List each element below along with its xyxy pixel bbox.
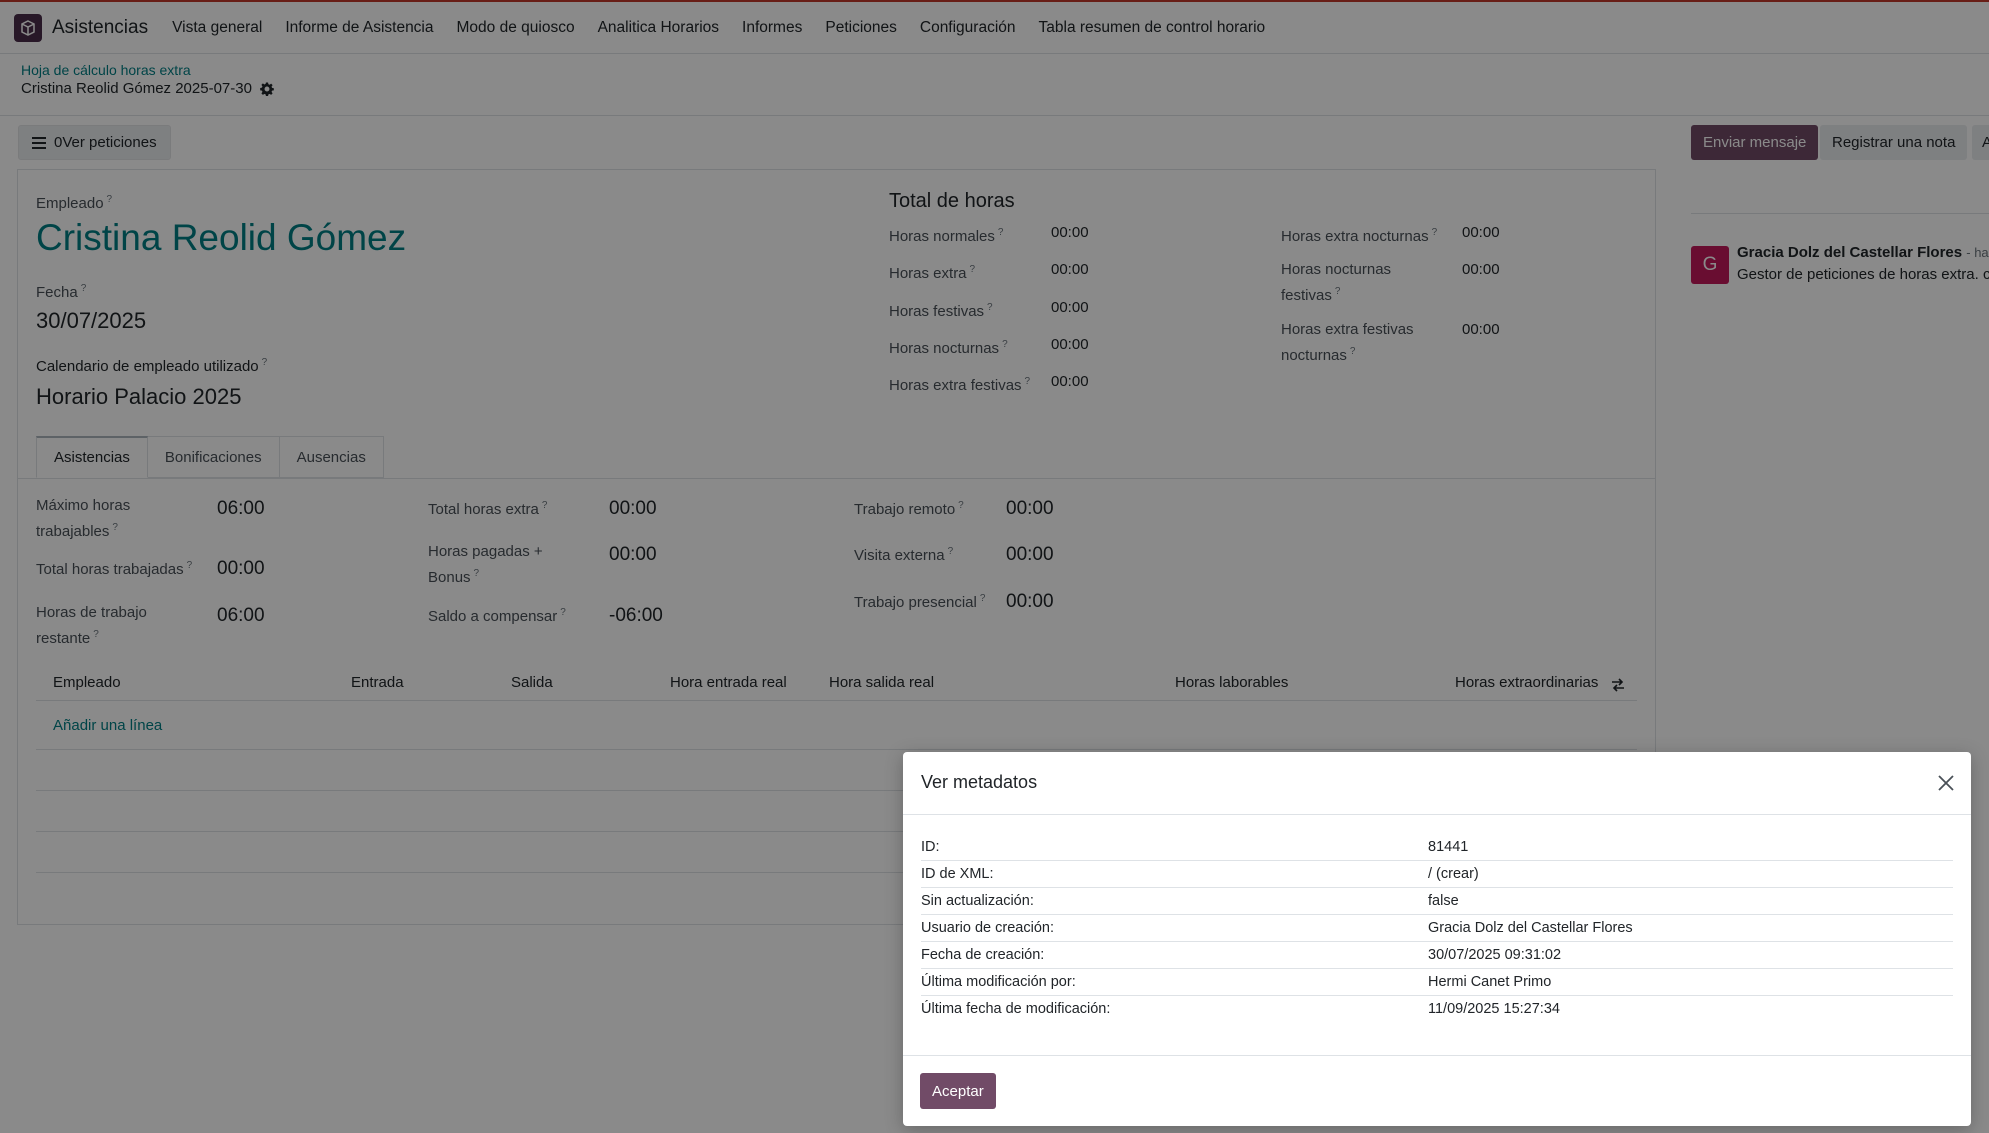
meta-row-xml-id: ID de XML: / (crear) bbox=[921, 861, 1953, 888]
modal-header: Ver metadatos bbox=[903, 752, 1971, 815]
meta-row-write-date: Última fecha de modificación: 11/09/2025 … bbox=[921, 1001, 1560, 1017]
meta-row-create-user: Usuario de creación: Gracia Dolz del Cast… bbox=[921, 915, 1953, 942]
modal-title: Ver metadatos bbox=[921, 772, 1038, 792]
meta-row-noupdate: Sin actualización: false bbox=[921, 888, 1953, 915]
meta-row-write-user: Última modificación por: Hermi Canet Prim… bbox=[921, 969, 1953, 996]
metadata-dialog: Ver metadatos ID: 81441 ID de XML: / (crea… bbox=[903, 752, 1971, 1126]
close-icon[interactable] bbox=[1934, 771, 1958, 795]
modal-footer: Aceptar bbox=[903, 1055, 1971, 1126]
accept-button[interactable]: Aceptar bbox=[920, 1073, 996, 1109]
meta-row-id: ID: 81441 bbox=[921, 834, 1953, 861]
meta-row-create-date: Fecha de creación: 30/07/2025 09:31:02 bbox=[921, 942, 1953, 969]
